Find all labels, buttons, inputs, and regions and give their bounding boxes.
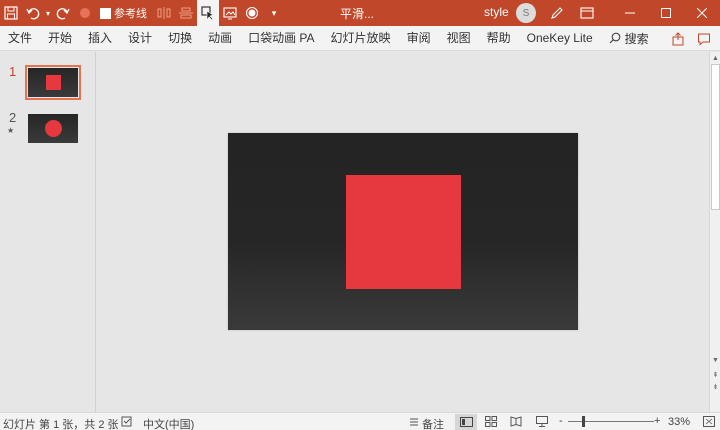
tab-slideshow[interactable]: 幻灯片放映 [323,26,399,51]
fit-to-window-icon[interactable] [703,416,715,427]
scroll-up-icon[interactable]: ▲ [710,53,720,63]
tab-pocket-animation[interactable]: 口袋动画 PA [240,26,322,51]
guides-label: 参考线 [114,8,147,20]
tab-home[interactable]: 开始 [40,26,80,51]
tab-onekey-lite[interactable]: OneKey Lite [519,26,601,51]
slide-editing-area [97,52,709,412]
slide-sorter-icon[interactable] [485,416,497,427]
align-distribute-icon[interactable] [153,0,175,26]
thumbnail-circle-shape [45,120,62,137]
shape-circle-icon[interactable] [241,0,263,26]
slide-thumbnail-1[interactable] [25,65,81,100]
minimize-icon[interactable] [612,0,648,26]
slide-count-status: 幻灯片 第 1 张，共 2 张 [3,419,119,430]
record-icon[interactable] [74,0,96,26]
undo-dropdown-icon[interactable]: ▾ [44,0,52,26]
previous-slide-icon[interactable]: ⇞ [710,370,720,380]
reading-view-icon[interactable] [510,416,522,427]
tab-help[interactable]: 帮助 [479,26,519,51]
save-icon[interactable] [0,0,22,26]
slide-number-1: 1 [9,64,17,79]
picture-icon[interactable] [219,0,241,26]
spellcheck-icon[interactable] [121,416,133,427]
slide-thumbnail-2[interactable] [28,114,78,143]
guides-checkbox[interactable] [100,7,111,19]
zoom-slider[interactable] [568,416,654,427]
comments-icon[interactable] [694,29,714,48]
zoom-out-button[interactable]: - [559,415,563,427]
next-slide-icon[interactable]: ⇟ [710,382,720,392]
zoom-slider-thumb[interactable] [582,416,585,427]
slideshow-icon[interactable] [536,416,548,427]
slide-thumbnail-pane: 1 2 ★ [0,52,96,412]
slide-square-shape[interactable] [346,175,461,289]
search-icon [609,32,621,44]
customize-toolbar-icon[interactable]: ▾ [263,0,285,26]
tab-insert[interactable]: 插入 [80,26,120,51]
tab-transitions[interactable]: 切换 [160,26,200,51]
notes-button[interactable]: 备注 [422,416,444,430]
document-title: 平滑... [340,7,375,21]
tab-file[interactable]: 文件 [0,26,40,51]
ribbon-right-actions [668,29,714,48]
undo-icon[interactable] [22,0,44,26]
align-center-icon[interactable] [175,0,197,26]
scrollbar-thumb[interactable] [711,64,720,210]
thumbnail-square-shape [46,75,61,90]
current-slide[interactable] [228,133,578,330]
status-bar: 幻灯片 第 1 张，共 2 张 中文(中国) 备注 - + 33% [0,412,720,430]
tab-view[interactable]: 视图 [439,26,479,51]
ribbon-tabs: 文件 开始 插入 设计 切换 动画 口袋动画 PA 幻灯片放映 审阅 视图 帮助… [0,26,720,51]
language-status[interactable]: 中文(中国) [143,416,194,430]
close-icon[interactable] [684,0,720,26]
redo-icon[interactable] [52,0,74,26]
zoom-in-button[interactable]: + [654,415,660,427]
share-icon[interactable] [668,29,688,48]
window-controls [612,0,720,26]
slide-number-2: 2 [9,110,17,125]
tab-design[interactable]: 设计 [120,26,160,51]
notes-icon[interactable] [408,416,420,427]
avatar[interactable]: S [516,3,536,23]
format-painter-icon[interactable] [197,0,219,26]
scroll-down-icon[interactable]: ▼ [710,355,720,365]
search-label: 搜索 [624,31,649,46]
tab-review[interactable]: 审阅 [399,26,439,51]
style-label[interactable]: style [484,5,509,19]
title-bar: ▾ 参考线 ▾ 平滑... style S [0,0,720,26]
maximize-icon[interactable] [648,0,684,26]
vertical-scrollbar[interactable]: ▲ ▼ ⇞ ⇟ [709,52,720,412]
zoom-level[interactable]: 33% [668,416,690,428]
pen-icon[interactable] [546,0,568,26]
search-box[interactable]: 搜索 [601,30,657,47]
tab-animations[interactable]: 动画 [200,26,240,51]
animation-star-icon: ★ [7,126,15,135]
normal-view-icon[interactable] [455,414,477,430]
ribbon-display-icon[interactable] [576,0,598,26]
